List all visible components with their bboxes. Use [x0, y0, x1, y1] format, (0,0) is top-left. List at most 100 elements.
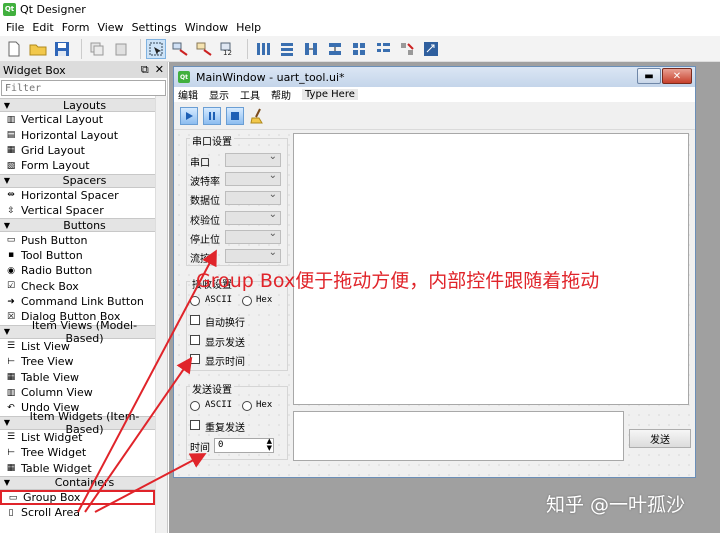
- edit-signals-icon[interactable]: [170, 39, 190, 59]
- close-panel-icon[interactable]: ✕: [155, 63, 164, 76]
- category-header[interactable]: ▼ Containers: [0, 475, 155, 490]
- adjust-size-icon[interactable]: [421, 39, 441, 59]
- send-text-area[interactable]: [293, 411, 624, 461]
- check-show-time[interactable]: [190, 354, 200, 364]
- paste-icon[interactable]: [111, 39, 131, 59]
- layout-form-icon[interactable]: [373, 39, 393, 59]
- form-menu-help[interactable]: 帮助: [271, 87, 291, 102]
- widget-item[interactable]: ▪ Tool Button: [0, 248, 155, 263]
- break-layout-icon[interactable]: [397, 39, 417, 59]
- new-file-icon[interactable]: [4, 39, 24, 59]
- category-header[interactable]: ▼ Item Widgets (Item-Based): [0, 410, 155, 436]
- chevron-down-icon[interactable]: ▼: [0, 478, 14, 487]
- chevron-down-icon[interactable]: ▼: [0, 176, 14, 185]
- menu-view[interactable]: View: [93, 21, 127, 34]
- form-menu-view[interactable]: 显示: [209, 87, 229, 102]
- close-button[interactable]: ✕: [662, 68, 692, 84]
- edit-buddies-icon[interactable]: [194, 39, 214, 59]
- chevron-down-icon[interactable]: ▼: [0, 221, 14, 230]
- edit-widgets-icon[interactable]: [146, 38, 166, 59]
- menu-edit[interactable]: Edit: [28, 21, 57, 34]
- radio-send-ascii[interactable]: [190, 401, 200, 411]
- category-header[interactable]: ▼ Item Views (Model-Based): [0, 319, 155, 345]
- widget-item[interactable]: ☑ Check Box: [0, 279, 155, 294]
- qt-logo-icon: Qt: [178, 71, 190, 83]
- widget-item[interactable]: ▥ Vertical Layout: [0, 112, 155, 127]
- time-value: 0: [218, 440, 224, 450]
- widget-item[interactable]: ▯ Scroll Area: [0, 505, 155, 520]
- layout-horizontal-icon[interactable]: [253, 39, 273, 59]
- check-repeat-send[interactable]: [190, 420, 200, 430]
- combo-baud[interactable]: [225, 170, 281, 186]
- menu-settings[interactable]: Settings: [128, 21, 181, 34]
- widget-item[interactable]: ⊢ Tree View: [0, 354, 155, 369]
- radio-send-hex[interactable]: [242, 401, 252, 411]
- form-menu-edit[interactable]: 编辑: [178, 87, 198, 102]
- chevron-down-icon[interactable]: ▼: [0, 327, 14, 336]
- group-box-send[interactable]: 发送设置 ASCII Hex 重复发送 时间 0 ▲ ▼: [186, 381, 288, 460]
- form-menu-tools[interactable]: 工具: [240, 87, 260, 102]
- layout-h-splitter-icon[interactable]: [301, 39, 321, 59]
- label-send-ascii: ASCII: [205, 400, 233, 410]
- category-header[interactable]: ▼ Buttons: [0, 218, 155, 233]
- widget-item[interactable]: ▭ Push Button: [0, 232, 155, 247]
- combo-parity[interactable]: [225, 209, 281, 225]
- menu-window[interactable]: Window: [181, 21, 232, 34]
- layout-vertical-icon[interactable]: [277, 39, 297, 59]
- widget-item[interactable]: ▧ Form Layout: [0, 158, 155, 173]
- widget-item[interactable]: ⊢ Tree Widget: [0, 445, 155, 460]
- type-here-placeholder[interactable]: Type Here: [302, 89, 358, 100]
- copy-icon[interactable]: [87, 39, 107, 59]
- combo-port[interactable]: [225, 151, 281, 167]
- float-panel-icon[interactable]: ⧉: [141, 63, 149, 76]
- widget-icon: ▦: [6, 145, 16, 156]
- save-icon[interactable]: [52, 39, 72, 59]
- form-toolbar: [174, 102, 695, 130]
- play-icon[interactable]: [180, 106, 198, 125]
- send-button[interactable]: 发送: [629, 429, 691, 448]
- combo-flow[interactable]: [225, 247, 281, 263]
- annotation-text: Group Box便于拖动方便，内部控件跟随着拖动: [196, 270, 600, 292]
- widget-filter-input[interactable]: [1, 80, 166, 96]
- edit-tab-order-icon[interactable]: 12: [218, 39, 238, 59]
- category-header[interactable]: ▼ Layouts: [0, 98, 155, 112]
- widget-item[interactable]: ▤ Horizontal Layout: [0, 127, 155, 142]
- open-folder-icon[interactable]: [28, 39, 48, 59]
- radio-recv-hex[interactable]: [242, 296, 252, 306]
- combo-databits[interactable]: [225, 189, 281, 205]
- group-box-serial[interactable]: 串口设置 串口 波特率 数据位 校验位 停止位 流控: [186, 133, 288, 266]
- label-port: 串口: [190, 158, 210, 169]
- widget-item-label: Push Button: [21, 233, 88, 247]
- stop-icon[interactable]: [226, 106, 244, 125]
- widget-box-scrollbar[interactable]: [155, 96, 167, 533]
- group-box-receive[interactable]: 接收设置 ASCII Hex 自动换行 显示发送 显示时间: [186, 276, 288, 371]
- radio-recv-ascii[interactable]: [190, 296, 200, 306]
- widget-item[interactable]: ▭ Group Box: [0, 489, 155, 506]
- widget-item[interactable]: ⇳ Vertical Spacer: [0, 203, 155, 218]
- widget-item[interactable]: ▦ Table Widget: [0, 460, 155, 475]
- menu-form[interactable]: Form: [58, 21, 94, 34]
- widget-item[interactable]: ▦ Grid Layout: [0, 143, 155, 158]
- widget-item[interactable]: ▥ Column View: [0, 385, 155, 400]
- check-auto-wrap[interactable]: [190, 315, 200, 325]
- category-label: Containers: [54, 476, 115, 490]
- pause-icon[interactable]: [203, 106, 221, 125]
- combo-stopbits[interactable]: [225, 228, 281, 244]
- time-spinbox[interactable]: 0 ▲ ▼: [214, 438, 274, 453]
- menu-file[interactable]: File: [2, 21, 28, 34]
- minimize-button[interactable]: ▬: [637, 68, 661, 84]
- chevron-down-icon[interactable]: ▼: [0, 418, 14, 427]
- clear-broom-icon[interactable]: [249, 107, 267, 125]
- menu-help[interactable]: Help: [232, 21, 265, 34]
- category-header[interactable]: ▼ Spacers: [0, 173, 155, 188]
- layout-grid-icon[interactable]: [349, 39, 369, 59]
- chevron-down-icon[interactable]: ▼: [0, 101, 14, 110]
- widget-item[interactable]: ▦ Table View: [0, 369, 155, 384]
- widget-item[interactable]: ⇹ Horizontal Spacer: [0, 188, 155, 203]
- layout-v-splitter-icon[interactable]: [325, 39, 345, 59]
- widget-item[interactable]: ◉ Radio Button: [0, 263, 155, 278]
- widget-item-label: Radio Button: [21, 264, 93, 278]
- spin-arrows-icon[interactable]: ▲ ▼: [267, 438, 272, 452]
- check-show-send[interactable]: [190, 335, 200, 345]
- widget-item[interactable]: ➜ Command Link Button: [0, 294, 155, 309]
